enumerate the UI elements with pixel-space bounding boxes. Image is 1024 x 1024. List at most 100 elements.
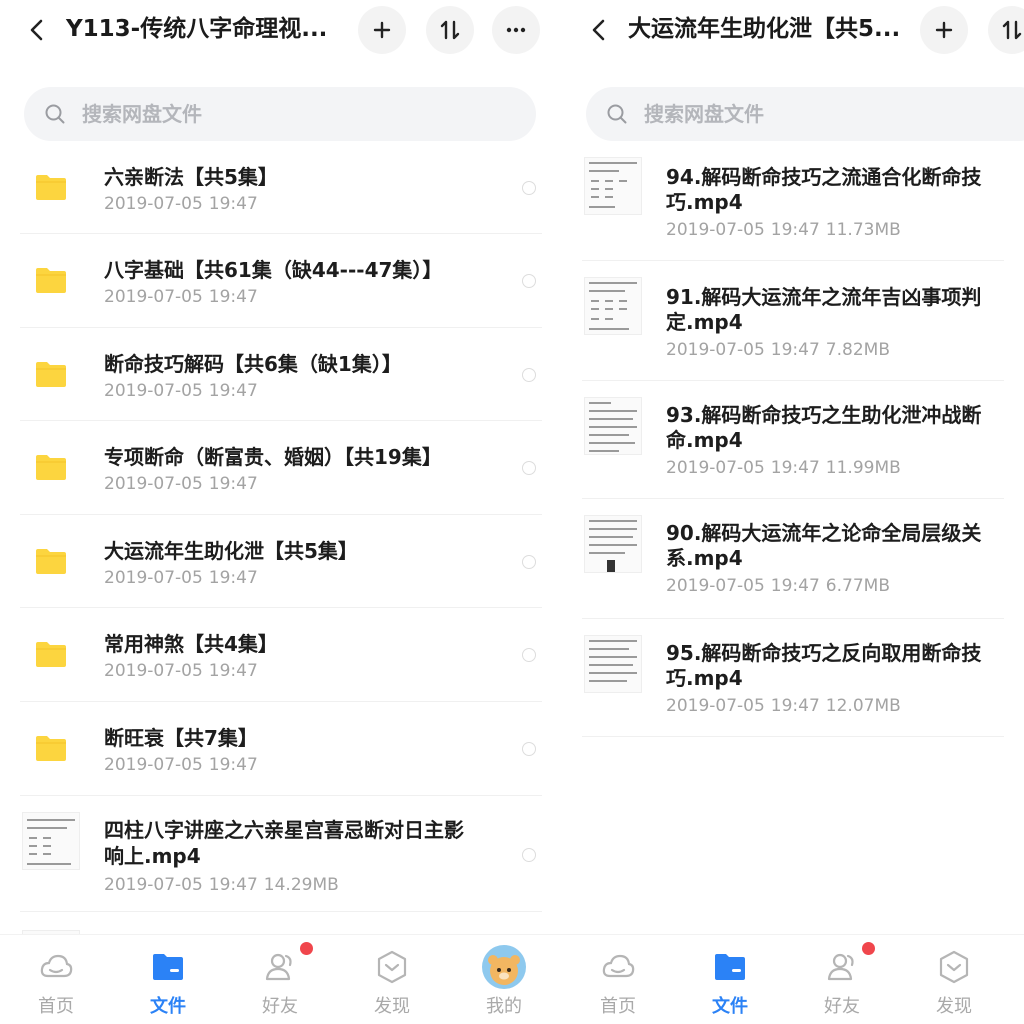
item-name: 八字基础【共61集（缺44---47集）】	[104, 258, 443, 282]
top-bar: 大运流年生助化泄【共5...	[562, 0, 1024, 60]
left-screen: Y113-传统八字命理视... 搜索网盘文件 六亲断法【共5集】 2019-07…	[0, 0, 562, 1024]
nav-label: 我的	[486, 996, 522, 1017]
nav-friends[interactable]: 好友	[802, 942, 882, 1021]
list-item[interactable]: 93.解码断命技巧之生助化泄冲战断 命.mp4 2019-07-05 19:47 1…	[562, 381, 1024, 499]
more-button[interactable]	[492, 6, 540, 54]
search-input[interactable]: 搜索网盘文件	[586, 87, 1024, 141]
item-meta: 2019-07-05 19:47 7.82MB	[666, 340, 890, 360]
folder-icon	[36, 642, 66, 667]
list-item[interactable]: 八字基础【共61集（缺44---47集）】 2019-07-05 19:47	[0, 234, 562, 328]
sort-button[interactable]	[988, 6, 1024, 54]
list-item[interactable]: 断旺衰【共7集】 2019-07-05 19:47	[0, 702, 562, 796]
discover-icon	[377, 950, 407, 984]
right-screen: 大运流年生助化泄【共5... 搜索网盘文件 94.解码断命技巧之流通合化断命技 …	[562, 0, 1024, 1024]
list-item[interactable]: 大运流年生助化泄【共5集】 2019-07-05 19:47	[0, 515, 562, 608]
sort-icon	[1002, 20, 1022, 40]
nav-label: 首页	[600, 996, 636, 1017]
item-name: 六亲断法【共5集】	[104, 165, 278, 189]
select-radio[interactable]	[522, 461, 536, 475]
add-button[interactable]	[920, 6, 968, 54]
list-item[interactable]: 六亲断法【共5集】 2019-07-05 19:47	[0, 141, 562, 234]
top-bar: Y113-传统八字命理视...	[0, 0, 562, 60]
folder-icon	[36, 549, 66, 574]
list-item[interactable]: 90.解码大运流年之论命全局层级关 系.mp4 2019-07-05 19:47 6…	[562, 499, 1024, 619]
list-item[interactable]: 91.解码大运流年之流年吉凶事项判 定.mp4 2019-07-05 19:47 7…	[562, 261, 1024, 381]
select-radio[interactable]	[522, 742, 536, 756]
item-meta: 2019-07-05 19:47	[104, 381, 258, 401]
select-radio[interactable]	[522, 368, 536, 382]
item-meta: 2019-07-05 19:47	[104, 568, 258, 588]
item-meta: 2019-07-05 19:47 11.99MB	[666, 458, 901, 478]
item-meta: 2019-07-05 19:47	[104, 661, 258, 681]
item-name-line1: 93.解码断命技巧之生助化泄冲战断	[666, 403, 982, 427]
nav-me[interactable]: 我的	[464, 945, 544, 1021]
divider	[582, 736, 1004, 737]
sort-button[interactable]	[426, 6, 474, 54]
item-name: 常用神煞【共4集】	[104, 632, 278, 656]
item-name-line1: 94.解码断命技巧之流通合化断命技	[666, 165, 982, 189]
select-radio[interactable]	[522, 848, 536, 862]
item-name-line1: 91.解码大运流年之流年吉凶事项判	[666, 285, 982, 309]
item-meta: 2019-07-05 19:47 6.77MB	[666, 576, 890, 596]
video-thumbnail	[584, 635, 642, 693]
item-meta: 2019-07-05 19:47	[104, 474, 258, 494]
nav-discover[interactable]: 发现	[914, 945, 994, 1021]
video-thumbnail	[584, 277, 642, 335]
list-item[interactable]: 四柱八字讲座之六亲星宫喜忌断对日主影 响上.mp4 2019-07-05 19:4…	[0, 796, 562, 912]
back-arrow-icon[interactable]	[24, 17, 50, 43]
nav-label: 发现	[936, 996, 972, 1017]
plus-icon	[935, 21, 953, 39]
list-item[interactable]: 断命技巧解码【共6集（缺1集）】 2019-07-05 19:47	[0, 328, 562, 421]
item-name: 断旺衰【共7集】	[104, 726, 258, 750]
friends-icon	[265, 953, 292, 981]
friends-icon	[827, 953, 854, 981]
folder-icon	[36, 175, 66, 200]
item-name-line2: 定.mp4	[666, 310, 743, 334]
item-name-line2: 命.mp4	[666, 428, 743, 452]
search-placeholder: 搜索网盘文件	[644, 102, 764, 126]
nav-files[interactable]: 文件	[690, 945, 770, 1021]
folder-icon	[36, 736, 66, 761]
item-name: 专项断命（断富贵、婚姻）【共19集】	[104, 445, 442, 469]
list-item[interactable]: 95.解码断命技巧之反向取用断命技 巧.mp4 2019-07-05 19:47 1…	[562, 619, 1024, 737]
item-name-line1: 四柱八字讲座之六亲星宫喜忌断对日主影	[104, 818, 464, 842]
select-radio[interactable]	[522, 181, 536, 195]
select-radio[interactable]	[522, 648, 536, 662]
page-title: 大运流年生助化泄【共5...	[628, 16, 901, 42]
bottom-tab-bar: 首页 文件 好友 发现 我的	[0, 934, 562, 1024]
nav-label: 好友	[262, 996, 298, 1017]
nav-label: 文件	[150, 996, 186, 1017]
nav-home[interactable]: 首页	[16, 945, 96, 1021]
divider	[20, 911, 542, 912]
add-button[interactable]	[358, 6, 406, 54]
nav-home[interactable]: 首页	[578, 945, 658, 1021]
item-meta: 2019-07-05 19:47 12.07MB	[666, 696, 901, 716]
video-thumbnail	[584, 397, 642, 455]
list-item[interactable]: 94.解码断命技巧之流通合化断命技 巧.mp4 2019-07-05 19:47 1…	[562, 141, 1024, 261]
item-name: 大运流年生助化泄【共5集】	[104, 539, 358, 563]
notification-badge	[862, 942, 875, 955]
video-thumbnail	[22, 812, 80, 870]
nav-files[interactable]: 文件	[128, 945, 208, 1021]
video-thumbnail	[584, 515, 642, 573]
search-input[interactable]: 搜索网盘文件	[24, 87, 536, 141]
list-item[interactable]: 常用神煞【共4集】 2019-07-05 19:47	[0, 608, 562, 702]
list-item[interactable]: 专项断命（断富贵、婚姻）【共19集】 2019-07-05 19:47	[0, 421, 562, 515]
folder-icon	[36, 455, 66, 480]
more-dots-icon	[506, 27, 526, 33]
back-arrow-icon[interactable]	[586, 17, 612, 43]
select-radio[interactable]	[522, 555, 536, 569]
select-radio[interactable]	[522, 274, 536, 288]
nav-discover[interactable]: 发现	[352, 945, 432, 1021]
nav-friends[interactable]: 好友	[240, 942, 320, 1021]
plus-icon	[373, 21, 391, 39]
search-placeholder: 搜索网盘文件	[82, 102, 202, 126]
bottom-tab-bar: 首页 文件 好友 发现	[562, 934, 1024, 1024]
item-name-line1: 95.解码断命技巧之反向取用断命技	[666, 641, 982, 665]
item-name: 断命技巧解码【共6集（缺1集）】	[104, 352, 402, 376]
cloud-home-icon	[602, 954, 635, 978]
nav-label: 首页	[38, 996, 74, 1017]
search-icon	[45, 104, 65, 124]
folder-files-icon	[153, 954, 183, 980]
notification-badge	[300, 942, 313, 955]
